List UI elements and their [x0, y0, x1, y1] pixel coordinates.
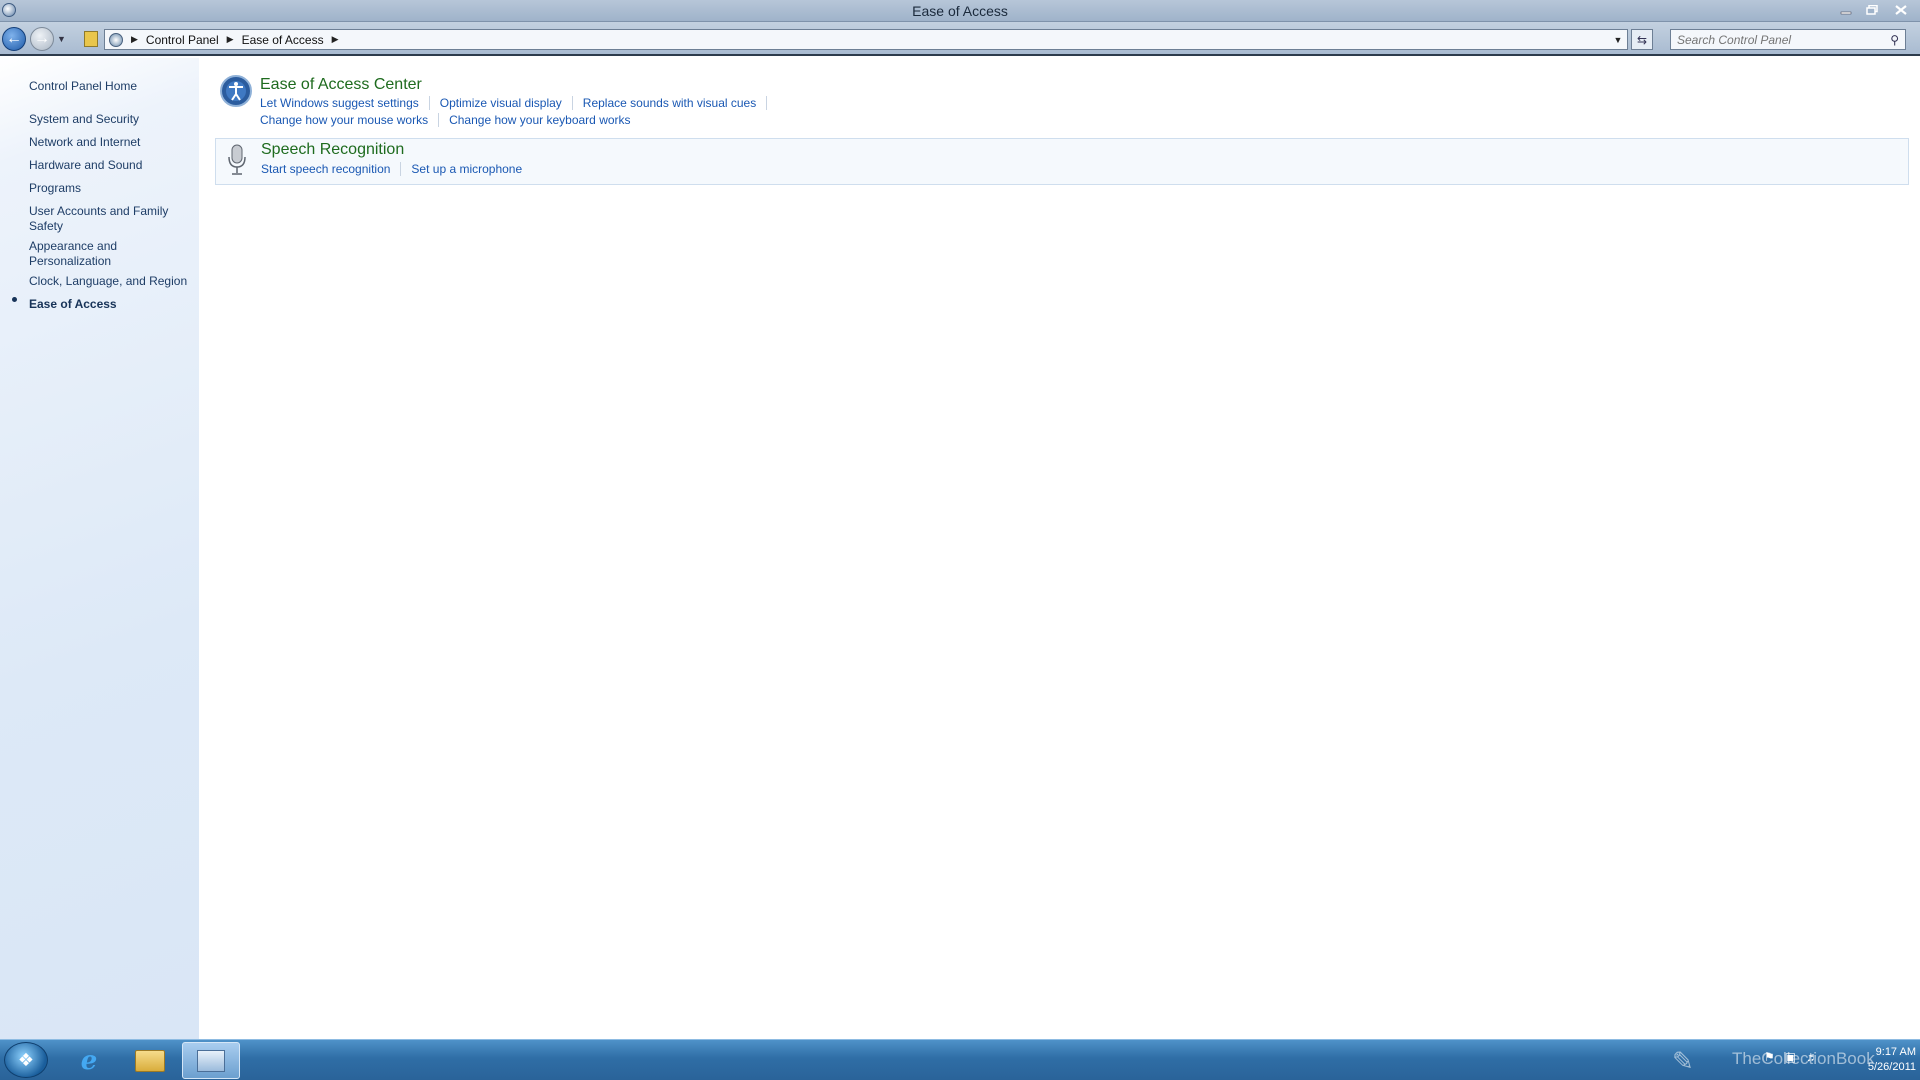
sidebar-item-control-panel-home[interactable]: Control Panel Home — [29, 79, 189, 94]
sidebar-item-ease-of-access[interactable]: Ease of Access — [29, 297, 189, 312]
back-button[interactable]: ← — [2, 27, 26, 51]
book-icon: ✎ — [1672, 1046, 1694, 1076]
maximize-button[interactable] — [1860, 1, 1884, 19]
clock-time: 9:17 AM — [1875, 1046, 1916, 1058]
sidebar-item-network-and-internet[interactable]: Network and Internet — [29, 135, 189, 150]
address-dropdown-icon[interactable]: ▼ — [1609, 35, 1627, 45]
sidebar-item-clock-language-region[interactable]: Clock, Language, and Region — [29, 274, 189, 289]
clock-date: 5/26/2011 — [1867, 1061, 1916, 1073]
link-start-speech-recognition[interactable]: Start speech recognition — [261, 162, 402, 176]
taskbar-clock[interactable]: 9:17 AM 5/26/2011 — [1840, 1045, 1916, 1075]
breadcrumb-control-panel[interactable]: Control Panel — [146, 33, 219, 47]
category-links-row: Change how your mouse works Change how y… — [260, 113, 631, 127]
taskbar: ❖ e — [0, 1039, 1920, 1080]
recent-pages-dropdown[interactable]: ▼ — [57, 34, 66, 44]
close-button[interactable] — [1886, 1, 1916, 19]
sidebar-item-appearance[interactable]: Appearance and Personalization — [29, 239, 189, 269]
flag-icon[interactable]: ⚑ — [1764, 1050, 1775, 1064]
title-bar: Ease of Access — [0, 0, 1920, 22]
forward-button[interactable]: → — [30, 27, 54, 51]
refresh-icon: ⇆ — [1636, 32, 1648, 47]
sidebar-item-hardware-and-sound[interactable]: Hardware and Sound — [29, 158, 189, 173]
volume-icon[interactable]: ♬ — [1806, 1050, 1818, 1064]
current-page-bullet — [12, 297, 17, 302]
internet-explorer-icon: e — [80, 1045, 98, 1076]
search-box: ⚲ — [1670, 29, 1906, 50]
taskbar-windows-explorer[interactable] — [121, 1042, 179, 1079]
link-mouse-settings[interactable]: Change how your mouse works — [260, 113, 440, 127]
category-ease-of-access-center: Ease of Access Center Let Windows sugges… — [215, 72, 1909, 134]
close-icon — [1895, 5, 1907, 15]
category-links-row: Let Windows suggest settings Optimize vi… — [260, 96, 777, 110]
breadcrumb-chevron-icon[interactable]: ▶ — [131, 34, 138, 45]
search-icon[interactable]: ⚲ — [1890, 33, 1899, 47]
control-panel-icon — [109, 32, 123, 47]
control-panel-icon — [197, 1049, 225, 1072]
category-title[interactable]: Speech Recognition — [261, 141, 404, 159]
link-set-up-microphone[interactable]: Set up a microphone — [411, 162, 522, 176]
category-speech-recognition: Speech Recognition Start speech recognit… — [215, 138, 1909, 185]
refresh-button[interactable]: ⇆ — [1631, 29, 1653, 50]
taskbar-control-panel[interactable] — [182, 1042, 240, 1079]
window-title: Ease of Access — [912, 3, 1008, 19]
breadcrumb-ease-of-access[interactable]: Ease of Access — [242, 33, 324, 47]
arrow-right-icon: → — [34, 30, 50, 47]
restore-icon — [1866, 5, 1878, 15]
address-bar[interactable]: ▶ Control Panel ▶ Ease of Access ▶ ▼ — [104, 29, 1628, 50]
breadcrumb-chevron-icon[interactable]: ▶ — [332, 34, 339, 45]
sidebar-item-programs[interactable]: Programs — [29, 181, 189, 196]
sidebar-item-user-accounts[interactable]: User Accounts and Family Safety — [29, 204, 189, 234]
minimize-button[interactable] — [1834, 1, 1858, 19]
arrow-left-icon: ← — [6, 30, 22, 47]
microphone-icon[interactable] — [220, 143, 254, 177]
ease-of-access-icon[interactable] — [219, 74, 253, 108]
category-links-row: Start speech recognition Set up a microp… — [261, 162, 522, 176]
network-icon[interactable]: ▣ — [1785, 1050, 1796, 1064]
windows-logo-icon: ❖ — [17, 1049, 35, 1070]
link-optimize-visual-display[interactable]: Optimize visual display — [440, 96, 573, 110]
category-title[interactable]: Ease of Access Center — [260, 76, 422, 94]
link-keyboard-settings[interactable]: Change how your keyboard works — [449, 113, 630, 127]
link-replace-sounds[interactable]: Replace sounds with visual cues — [583, 96, 768, 110]
sidebar-item-system-and-security[interactable]: System and Security — [29, 112, 189, 127]
taskbar-internet-explorer[interactable]: e — [60, 1042, 118, 1079]
minimize-icon — [1840, 11, 1852, 15]
sidebar: Control Panel Home System and Security N… — [0, 58, 199, 1039]
start-button[interactable]: ❖ — [4, 1042, 48, 1078]
search-input[interactable] — [1677, 32, 1877, 47]
window-controls — [1834, 1, 1916, 19]
navigation-bar: ← → ▼ ▶ Control Panel ▶ Ease of Access ▶… — [0, 22, 1920, 56]
link-let-windows-suggest[interactable]: Let Windows suggest settings — [260, 96, 430, 110]
content-pane: Ease of Access Center Let Windows sugges… — [199, 58, 1920, 1039]
folder-icon — [135, 1049, 165, 1072]
breadcrumb-chevron-icon[interactable]: ▶ — [227, 34, 234, 45]
notification-area: ⚑ ▣ ♬ — [1764, 1050, 1818, 1064]
folder-up-icon[interactable] — [84, 31, 98, 47]
